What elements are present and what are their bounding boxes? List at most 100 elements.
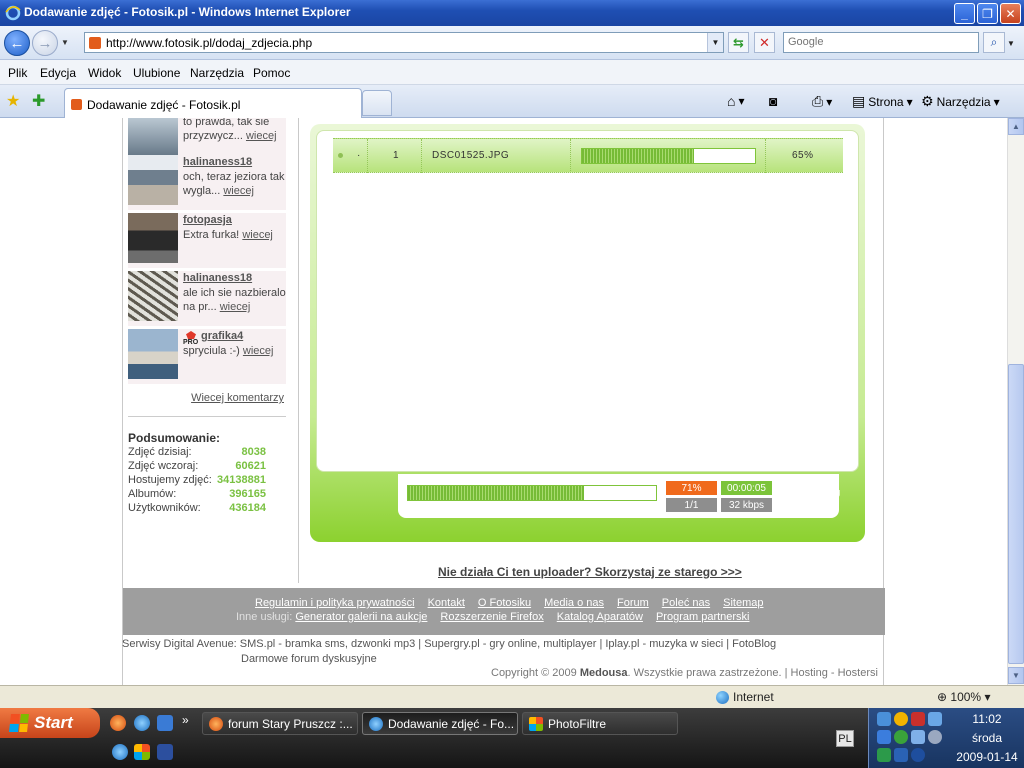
comment-more-link[interactable]: wiecej <box>243 345 274 357</box>
search-box[interactable] <box>783 32 979 53</box>
comment-thumbnail[interactable] <box>128 329 178 379</box>
quicklaunch-expand-icon[interactable]: » <box>182 713 189 727</box>
address-dropdown-icon[interactable]: ▼ <box>707 33 723 52</box>
menu-ulubione[interactable]: Ulubione <box>133 66 180 80</box>
tab-label: Dodawanie zdjęć - Fotosik.pl <box>87 98 241 112</box>
search-button[interactable]: ⌕ <box>983 32 1005 53</box>
monitor-tray-icon[interactable] <box>911 730 925 744</box>
footer-link-forum[interactable]: Forum <box>617 597 649 609</box>
start-button[interactable]: Start <box>0 708 100 738</box>
footer-link-sitemap[interactable]: Sitemap <box>723 597 763 609</box>
back-button[interactable]: ← <box>4 30 30 56</box>
network-tray-icon[interactable] <box>877 712 891 726</box>
status-dot-icon <box>338 153 343 158</box>
comment-more-link[interactable]: wiecej <box>246 130 277 142</box>
ie-quicklaunch-icon[interactable] <box>134 715 150 731</box>
vertical-scrollbar[interactable]: ▲ ▼ <box>1007 118 1024 685</box>
language-indicator[interactable]: PL <box>836 730 854 747</box>
summary-row: Albumów: 396165 <box>128 488 266 500</box>
sun-tray-icon[interactable] <box>894 712 908 726</box>
stop-button[interactable]: ✕ <box>754 32 775 53</box>
summary-row: Zdjęć wczoraj: 60621 <box>128 460 266 472</box>
comment-author-link[interactable]: halinaness18 <box>183 272 252 284</box>
comment-item: halinaness18 och, teraz jeziora tak wygl… <box>128 155 286 210</box>
partner-services[interactable]: Serwisy Digital Avenue: SMS.pl - bramka … <box>122 638 776 650</box>
scroll-down-button[interactable]: ▼ <box>1008 667 1024 684</box>
power-tray-icon[interactable] <box>877 748 891 762</box>
minimize-button[interactable]: _ <box>954 3 975 24</box>
window-title-bar[interactable]: Dodawanie zdjęć - Fotosik.pl - Windows I… <box>0 0 1024 26</box>
search-options-dropdown-icon[interactable]: ▼ <box>1007 39 1015 48</box>
forum-service-link[interactable]: Darmowe forum dyskusyjne <box>241 653 377 665</box>
security-zone[interactable]: Internet <box>716 690 774 704</box>
footer-link-kontakt[interactable]: Kontakt <box>428 597 465 609</box>
close-button[interactable]: ✕ <box>1000 3 1021 24</box>
forward-button[interactable]: → <box>32 30 58 56</box>
address-field[interactable]: http://www.fotosik.pl/dodaj_zdjecia.php … <box>84 32 724 53</box>
menu-pomoc[interactable]: Pomoc <box>253 66 290 80</box>
total-percent-badge: 71% <box>666 481 717 495</box>
footer-link-firefox[interactable]: Rozszerzenie Firefox <box>440 611 543 623</box>
footer-link-aparaty[interactable]: Katalog Aparatów <box>557 611 643 623</box>
old-uploader-link[interactable]: Nie działa Ci ten uploader? Skorzystaj z… <box>438 565 742 579</box>
comment-author-link[interactable]: grafika4 <box>201 330 243 342</box>
footer-link-regulamin[interactable]: Regulamin i polityka prywatności <box>255 597 415 609</box>
comment-thumbnail[interactable] <box>128 271 178 321</box>
comment-more-link[interactable]: wiecej <box>220 301 251 313</box>
favorites-star-icon[interactable]: ★ <box>6 91 20 111</box>
save-quicklaunch-icon[interactable] <box>157 744 173 760</box>
footer-other-services: Inne usługi: Generator galerii na aukcje… <box>236 611 763 623</box>
print-button[interactable]: ⎙ ▾ <box>812 93 832 110</box>
settings-tray-icon[interactable] <box>928 730 942 744</box>
taskbar-item-forum[interactable]: forum Stary Pruszcz :... <box>202 712 358 735</box>
tab-dodawanie-zdjec[interactable]: Dodawanie zdjęć - Fotosik.pl <box>64 88 362 118</box>
update-tray-icon[interactable] <box>894 730 908 744</box>
scroll-thumb[interactable] <box>1008 364 1024 664</box>
feeds-button[interactable]: ◙ <box>769 93 777 109</box>
comment-thumbnail[interactable] <box>128 213 178 263</box>
tools-menu-button[interactable]: ⚙ Narzędzia ▾ <box>921 93 1000 110</box>
footer-link-generator[interactable]: Generator galerii na aukcje <box>295 611 427 623</box>
outlook-quicklaunch-icon[interactable] <box>157 715 173 731</box>
add-favorite-icon[interactable]: ✚ <box>32 91 45 111</box>
address-url[interactable]: http://www.fotosik.pl/dodaj_zdjecia.php <box>106 36 312 50</box>
refresh-button[interactable]: ⇆ <box>728 32 749 53</box>
globe-icon <box>716 690 729 704</box>
footer-link-o-fotosiku[interactable]: O Fotosiku <box>478 597 531 609</box>
wifi-tray-icon[interactable] <box>894 748 908 762</box>
menu-narzedzia[interactable]: Narzędzia <box>190 66 244 80</box>
taskbar-item-photofiltre[interactable]: PhotoFiltre <box>522 712 678 735</box>
bluetooth-tray-icon[interactable] <box>877 730 891 744</box>
menu-plik[interactable]: Plik <box>8 66 27 80</box>
comment-more-link[interactable]: wiecej <box>223 185 254 197</box>
footer-link-polec[interactable]: Poleć nas <box>662 597 710 609</box>
clock-time[interactable]: 11:02 <box>951 712 1023 726</box>
comment-more-link[interactable]: wiecej <box>242 229 273 241</box>
comment-author-link[interactable]: fotopasja <box>183 214 232 226</box>
firefox-quicklaunch-icon[interactable] <box>110 715 126 731</box>
more-comments-link[interactable]: Wiecej komentarzy <box>191 392 284 404</box>
footer-link-media[interactable]: Media o nas <box>544 597 604 609</box>
comment-thumbnail[interactable] <box>128 155 178 205</box>
scroll-up-button[interactable]: ▲ <box>1008 118 1024 135</box>
ie-quicklaunch-icon-2[interactable] <box>112 744 128 760</box>
zoom-icon: ⊕ <box>937 690 948 704</box>
zoom-level-button[interactable]: ⊕ 100% ▾ <box>937 690 990 704</box>
menu-widok[interactable]: Widok <box>88 66 121 80</box>
footer-link-partner[interactable]: Program partnerski <box>656 611 750 623</box>
speed-badge: 32 kbps <box>721 498 772 512</box>
display-tray-icon[interactable] <box>928 712 942 726</box>
history-dropdown-icon[interactable]: ▼ <box>61 38 69 47</box>
antivirus-tray-icon[interactable] <box>911 712 925 726</box>
page-menu-button[interactable]: ▤ Strona ▾ <box>852 93 913 110</box>
search-input[interactable] <box>788 36 978 48</box>
cancel-upload-button[interactable]: ANULUJ <box>799 489 841 500</box>
new-tab-button[interactable] <box>362 90 392 116</box>
taskbar-item-ie[interactable]: Dodawanie zdjęć - Fo... <box>362 712 518 735</box>
comment-author-link[interactable]: halinaness18 <box>183 156 252 168</box>
home-button[interactable]: ⌂ ▾ <box>727 93 745 109</box>
menu-edycja[interactable]: Edycja <box>40 66 76 80</box>
photofiltre-quicklaunch-icon[interactable] <box>134 744 150 760</box>
maximize-button[interactable]: ❐ <box>977 3 998 24</box>
security-tray-icon[interactable] <box>911 748 925 762</box>
